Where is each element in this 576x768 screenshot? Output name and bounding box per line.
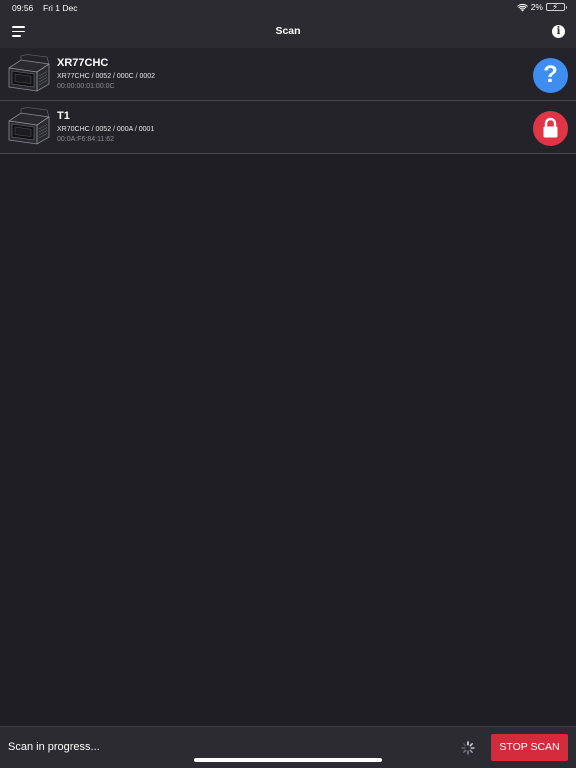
status-date: Fri 1 Dec xyxy=(43,3,78,13)
home-indicator[interactable] xyxy=(194,758,382,762)
controller-device-icon xyxy=(8,54,50,92)
device-mac-address: 00:0A:F6:84:11:62 xyxy=(57,136,115,143)
lock-glyph-icon xyxy=(543,117,558,138)
device-name: XR77CHC xyxy=(57,57,109,69)
status-bar: 09:56 Fri 1 Dec 2% ⚡ xyxy=(0,0,576,16)
status-time: 09:56 xyxy=(12,3,34,13)
page-title: Scan xyxy=(275,25,301,37)
device-row-xr77chc[interactable]: XR77CHC XR77CHC / 0052 / 000C / 0002 00:… xyxy=(0,48,576,101)
battery-charging-icon: ⚡ xyxy=(546,2,567,12)
device-model: XR70CHC / 0052 / 000A / 0001 xyxy=(57,126,155,133)
question-icon[interactable]: ? xyxy=(533,58,568,93)
info-icon[interactable]: i xyxy=(552,25,565,38)
app-screen: 09:56 Fri 1 Dec 2% ⚡ Scan i XR77CHC XR77… xyxy=(0,0,576,768)
battery-percentage: 2% xyxy=(530,2,543,12)
spinner-icon xyxy=(461,741,475,755)
stop-scan-button[interactable]: STOP SCAN xyxy=(491,734,568,761)
wifi-icon xyxy=(516,3,528,12)
controller-device-icon xyxy=(8,107,50,145)
lock-icon[interactable] xyxy=(533,111,568,146)
status-indicators: 2% ⚡ xyxy=(516,2,567,12)
nav-bar: Scan i xyxy=(0,16,576,49)
device-mac-address: 00:00:00:01:00:0C xyxy=(57,83,115,90)
scan-status-text: Scan in progress... xyxy=(8,741,100,753)
device-list: XR77CHC XR77CHC / 0052 / 000C / 0002 00:… xyxy=(0,48,576,154)
device-model: XR77CHC / 0052 / 000C / 0002 xyxy=(57,73,156,80)
device-row-t1[interactable]: T1 XR70CHC / 0052 / 000A / 0001 00:0A:F6… xyxy=(0,101,576,154)
device-name: T1 xyxy=(57,110,70,122)
